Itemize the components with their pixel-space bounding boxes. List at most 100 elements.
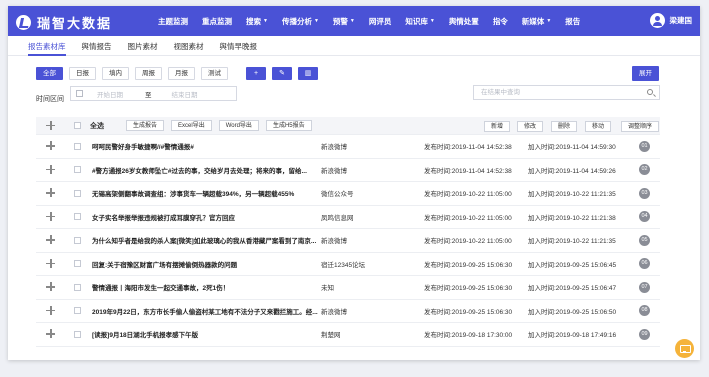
row-index-badge: 06 xyxy=(639,258,650,270)
row-title[interactable]: 无锡高架侧翻事故调查组：涉事货车一辆超载394%，另一辆超载455% xyxy=(92,188,325,198)
nav-item[interactable]: 传播分析 ▼ xyxy=(282,16,319,27)
nav-item[interactable]: 指令 xyxy=(493,16,508,27)
filter-button[interactable]: 月报 xyxy=(168,67,195,80)
subtab[interactable]: 舆情报告 xyxy=(82,36,112,56)
row-added-time: 加入时间:2019-11-04 14:59:26 xyxy=(528,167,616,175)
row-checkbox[interactable] xyxy=(74,189,81,197)
row-checkbox[interactable] xyxy=(74,330,81,338)
subtab[interactable]: 报告素材库 xyxy=(28,36,66,56)
row-checkbox[interactable] xyxy=(74,236,81,244)
chevron-down-icon: ▼ xyxy=(313,18,319,24)
add-icon[interactable]: + xyxy=(246,67,266,80)
row-index-badge: 04 xyxy=(639,211,650,223)
nav-item[interactable]: 搜索 ▼ xyxy=(246,16,268,27)
delete-icon[interactable]: ▥ xyxy=(298,67,318,80)
nav-item-label: 报告 xyxy=(565,16,581,26)
toolbar-button[interactable]: 生成报告 xyxy=(126,120,165,131)
row-checkbox[interactable] xyxy=(74,283,81,291)
expand-icon[interactable] xyxy=(46,235,56,245)
row-title[interactable]: 为什么知乎者是给我的杀人案[微笑]如此玻璃心的我从香港藏尸案看到了南京... xyxy=(92,235,325,245)
expand-icon[interactable] xyxy=(46,329,56,339)
row-checkbox[interactable] xyxy=(74,213,81,221)
nav-item[interactable]: 预警 ▼ xyxy=(333,16,355,27)
table-row: 警情通报丨海阳市发生一起交通事故，2死1伤！ 未知 发布时间:2019-09-25 … xyxy=(36,276,660,300)
nav-item[interactable]: 新媒体 ▼ xyxy=(522,16,551,27)
nav-item[interactable]: 舆情处置 xyxy=(449,16,479,27)
row-checkbox[interactable] xyxy=(74,260,81,268)
row-title[interactable]: 回复:关于宿豫区财富广场有摆摊偷倒热器款的问题 xyxy=(92,259,325,269)
brand[interactable]: 瑞智大数据 xyxy=(16,13,112,32)
user-menu[interactable]: 梁建国 xyxy=(649,13,693,28)
toolbar-button[interactable]: 移动 xyxy=(585,121,612,132)
row-checkbox[interactable] xyxy=(74,166,81,174)
chevron-down-icon: ▼ xyxy=(263,18,268,24)
toolbar-button[interactable]: Excel导出 xyxy=(171,120,212,131)
row-title[interactable]: [读报]9月18日湖北手机报孝感下午版 xyxy=(92,329,325,339)
row-published-time: 发布时间:2019-10-22 11:05:00 xyxy=(424,191,512,199)
select-all-checkbox[interactable] xyxy=(74,122,81,129)
subtab[interactable]: 舆情早晚报 xyxy=(220,36,258,56)
logo-icon xyxy=(16,15,31,30)
filter-button[interactable]: 填内 xyxy=(102,67,129,80)
toolbar-button[interactable]: 删除 xyxy=(551,121,578,132)
user-name: 梁建国 xyxy=(669,16,693,25)
avatar-icon xyxy=(649,13,665,28)
date-range-picker[interactable]: 开始日期 至 结束日期 xyxy=(70,86,237,101)
filter-button[interactable]: 周报 xyxy=(135,67,162,80)
row-title[interactable]: 警情通报丨海阳市发生一起交通事故，2死1伤！ xyxy=(92,282,325,292)
filter-button[interactable]: 日报 xyxy=(69,67,96,80)
search-input[interactable]: 在结果中查询 xyxy=(473,85,660,100)
nav-item-label: 重点监测 xyxy=(202,16,232,26)
table-toolbar: 全选 生成报告 Excel导出 Word导出 生成H5报告 新增 修改 删除 移动 调整顺序 xyxy=(36,117,660,135)
expand-icon[interactable] xyxy=(46,305,56,316)
row-published-time: 发布时间:2019-09-25 15:06:30 xyxy=(424,285,513,293)
row-source: 新浪微博 xyxy=(321,167,347,175)
toolbar-button[interactable]: 生成H5报告 xyxy=(265,120,312,131)
filter-button[interactable]: 测试 xyxy=(201,67,228,80)
filter-button[interactable]: 全部 xyxy=(36,67,63,80)
subtab[interactable]: 视图素材 xyxy=(174,36,204,56)
end-date-input[interactable]: 结束日期 xyxy=(172,89,198,99)
sub-tabs: 报告素材库 舆情报告 图片素材 视图素材 舆情早晚报 xyxy=(8,36,700,56)
nav-item[interactable]: 重点监测 xyxy=(202,16,232,27)
row-checkbox[interactable] xyxy=(74,142,81,150)
toolbar-button[interactable]: 修改 xyxy=(517,121,544,132)
search-icon[interactable] xyxy=(647,89,653,95)
nav-item[interactable]: 知识库 ▼ xyxy=(405,16,434,27)
chevron-down-icon: ▼ xyxy=(349,18,355,24)
expand-icon[interactable] xyxy=(46,164,56,175)
toolbar-button[interactable]: 新增 xyxy=(484,121,511,132)
subtab[interactable]: 图片素材 xyxy=(128,36,158,56)
row-title[interactable]: #警方通报26岁女教师坠亡#过去的事，交给岁月去处理；将来的事，留给... xyxy=(92,165,325,175)
row-checkbox[interactable] xyxy=(74,307,81,315)
row-index-badge: 02 xyxy=(639,164,650,176)
row-title[interactable]: 女子实名举报举报违规被打成耳膜穿孔？官方回应 xyxy=(92,212,325,222)
row-published-time: 发布时间:2019-11-04 14:52:38 xyxy=(424,167,512,175)
nav-item-label: 网评员 xyxy=(368,16,392,26)
nav-item-label: 预警 xyxy=(332,16,348,26)
date-range-label: 时间区间 xyxy=(36,96,64,103)
table-row: 回复:关于宿豫区财富广场有摆摊偷倒热器款的问题 宿迁12345论坛 发布时间:201… xyxy=(36,253,660,276)
nav-item[interactable]: 网评员 xyxy=(369,16,392,27)
expand-icon[interactable] xyxy=(46,188,56,198)
edit-icon[interactable]: ✎ xyxy=(272,67,292,80)
expand-icon[interactable] xyxy=(46,258,56,269)
select-all-label: 全选 xyxy=(90,122,104,130)
toolbar-button[interactable]: 调整顺序 xyxy=(621,121,660,132)
toolbar-button[interactable]: Word导出 xyxy=(218,120,259,131)
row-published-time: 发布时间:2019-10-22 11:05:00 xyxy=(424,214,512,222)
row-index-badge: 09 xyxy=(639,328,650,340)
expand-icon[interactable] xyxy=(46,282,56,292)
row-title[interactable]: 2019年9月22日，东方市长手偷人偷盗村某工地有不法分子又来戳拦施工。经... xyxy=(92,306,325,316)
nav-item[interactable]: 主题监测 xyxy=(158,16,188,27)
row-published-time: 发布时间:2019-09-25 15:06:30 xyxy=(424,308,513,316)
expand-all-icon[interactable] xyxy=(46,120,56,131)
feedback-icon[interactable] xyxy=(675,339,694,358)
expand-icon[interactable] xyxy=(46,141,56,151)
row-title[interactable]: 呵呵民警好身手敏捷啊//#警情通报# xyxy=(92,141,325,151)
start-date-input[interactable]: 开始日期 xyxy=(97,89,123,99)
nav-item[interactable]: 报告 xyxy=(565,16,580,27)
expand-button[interactable]: 展开 xyxy=(632,66,659,81)
brand-name: 瑞智大数据 xyxy=(37,16,113,31)
expand-icon[interactable] xyxy=(46,211,56,222)
